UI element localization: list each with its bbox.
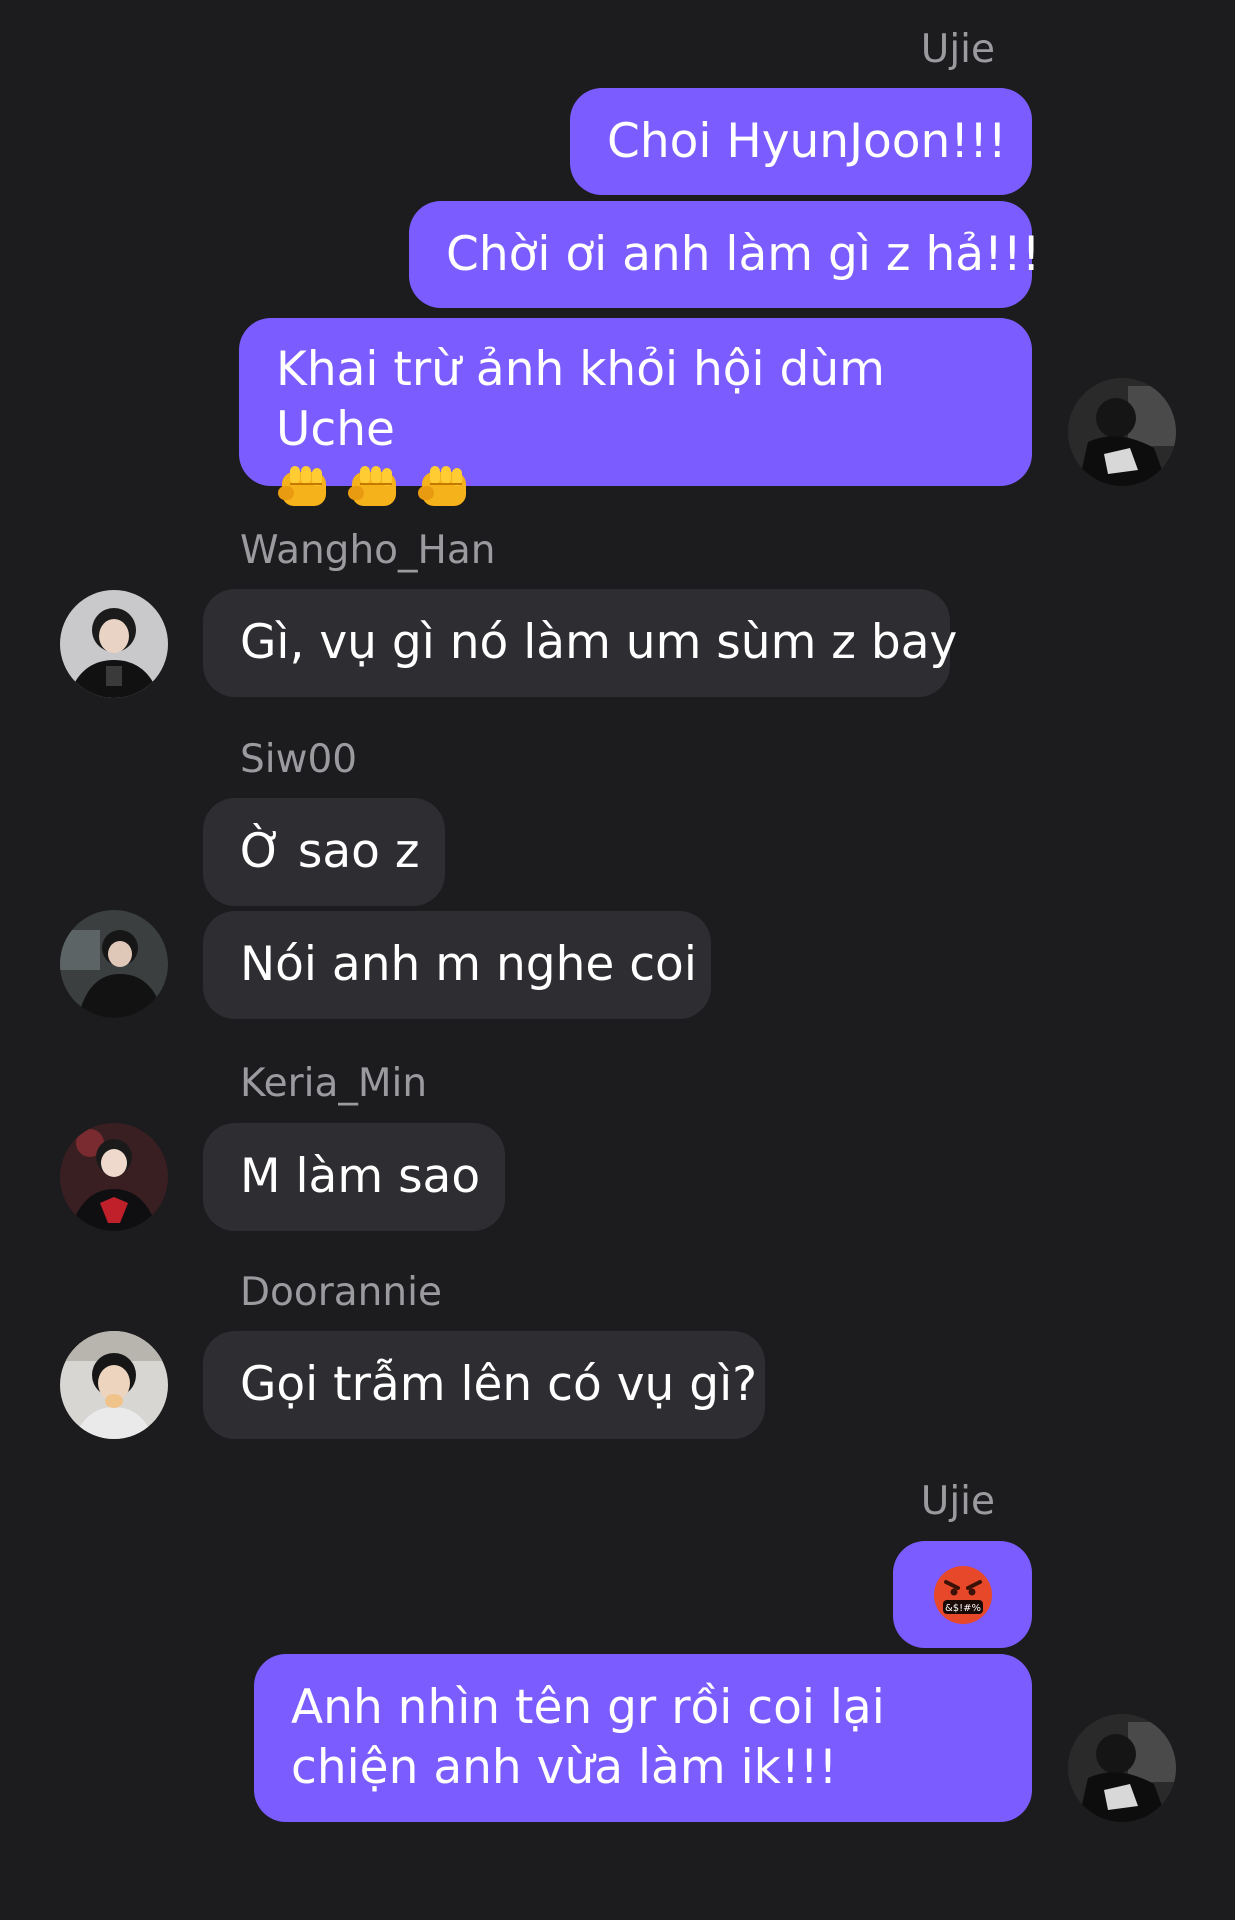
sender-name-ujie: Ujie <box>920 1479 995 1524</box>
avatar-ujie[interactable] <box>1068 378 1176 486</box>
avatar-doorannie[interactable] <box>60 1331 168 1439</box>
avatar-image <box>60 590 168 698</box>
message-bubble-outgoing[interactable]: Anh nhìn tên gr rồi coi lại chiện anh vừ… <box>254 1654 1032 1822</box>
face-with-symbols-on-mouth-icon: &$!#% <box>933 1565 992 1624</box>
message-bubble-outgoing[interactable]: Choi HyunJoon!!! <box>570 88 1032 195</box>
sender-name-ujie: Ujie <box>920 27 995 72</box>
avatar-image <box>1068 1714 1176 1822</box>
message-text: Gì, vụ gì nó làm um sùm z bay <box>240 615 958 670</box>
avatar-wangho[interactable] <box>60 590 168 698</box>
avatar-keria[interactable] <box>60 1123 168 1231</box>
oncoming-fist-icon <box>418 466 466 506</box>
message-bubble-outgoing[interactable]: &$!#% <box>893 1541 1032 1648</box>
oncoming-fist-icon <box>348 466 396 506</box>
message-bubble-outgoing[interactable]: Chời ơi anh làm gì z hả!!! <box>409 201 1041 308</box>
avatar-image <box>60 1331 168 1439</box>
message-text: Ờ sao z <box>240 824 420 879</box>
avatar-image <box>1068 378 1176 486</box>
emoji-row <box>276 462 476 514</box>
message-text: Anh nhìn tên gr rồi coi lại chiện anh vừ… <box>291 1680 885 1795</box>
message-bubble-incoming[interactable]: Nói anh m nghe coi <box>203 911 711 1019</box>
sender-name-wangho: Wangho_Han <box>240 528 496 573</box>
message-text: M làm sao <box>240 1149 481 1204</box>
message-bubble-incoming[interactable]: Gọi trẫm lên có vụ gì? <box>203 1331 765 1439</box>
oncoming-fist-icon <box>278 466 326 506</box>
message-text: Gọi trẫm lên có vụ gì? <box>240 1357 758 1412</box>
message-text: Khai trừ ảnh khỏi hội dùm Uche <box>276 342 885 457</box>
message-text: Choi HyunJoon!!! <box>607 113 1007 169</box>
avatar-ujie[interactable] <box>1068 1714 1176 1822</box>
message-bubble-incoming[interactable]: Gì, vụ gì nó làm um sùm z bay <box>203 589 957 697</box>
avatar-siwoo[interactable] <box>60 910 168 1018</box>
avatar-image <box>60 1123 168 1231</box>
svg-text:&$!#%: &$!#% <box>944 1603 980 1614</box>
message-bubble-incoming[interactable]: M làm sao <box>203 1123 505 1231</box>
avatar-image <box>60 910 168 1018</box>
message-text: Nói anh m nghe coi <box>240 937 697 992</box>
message-bubble-incoming[interactable]: Ờ sao z <box>203 798 445 906</box>
message-bubble-outgoing[interactable]: Khai trừ ảnh khỏi hội dùm Uche <box>239 318 1032 506</box>
sender-name-siwoo: Siw00 <box>240 737 358 782</box>
message-text: Chời ơi anh làm gì z hả!!! <box>446 226 1041 282</box>
sender-name-keria: Keria_Min <box>240 1061 428 1106</box>
sender-name-doorannie: Doorannie <box>240 1270 442 1315</box>
